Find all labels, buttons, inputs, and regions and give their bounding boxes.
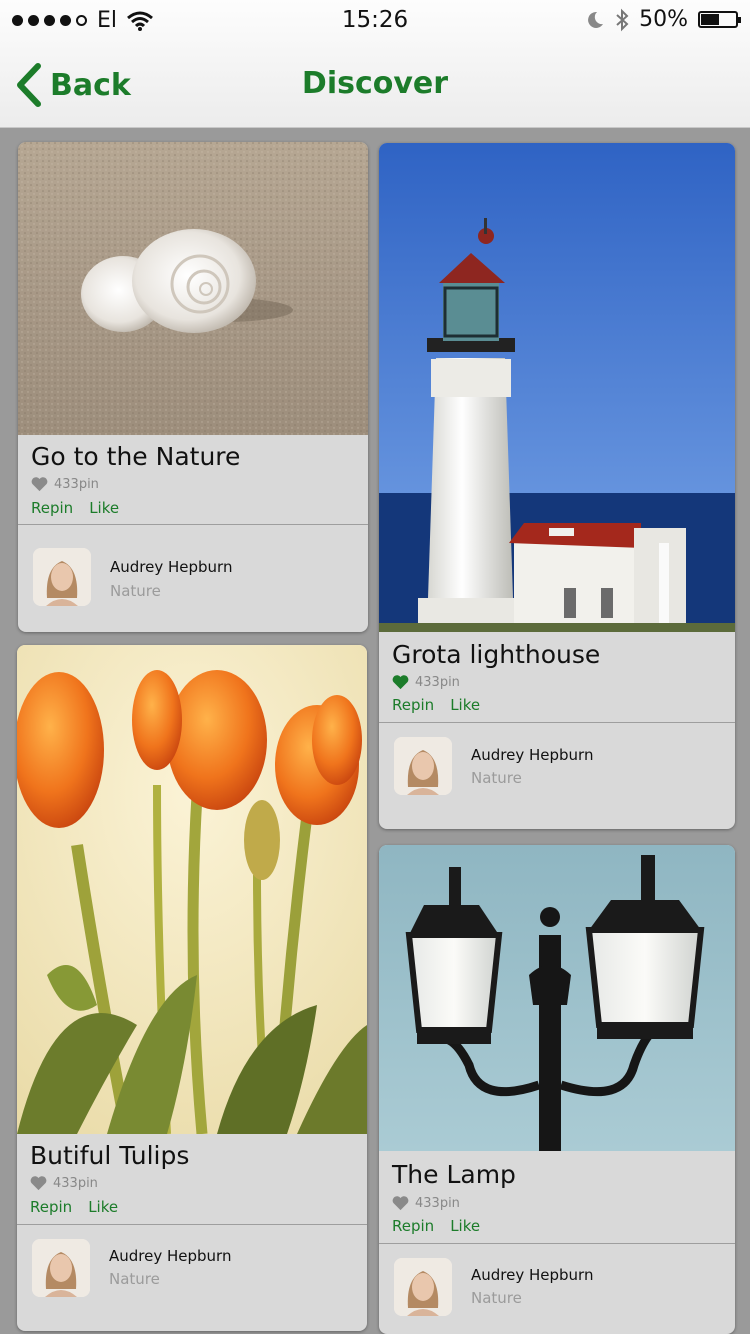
- like-button[interactable]: Like: [88, 1198, 118, 1216]
- card-actions: Repin Like: [392, 1217, 480, 1235]
- divider: [18, 524, 368, 525]
- battery-icon: [698, 11, 741, 28]
- card-actions: Repin Like: [392, 696, 480, 714]
- moon-icon: [588, 11, 604, 28]
- user-category: Nature: [109, 1270, 160, 1288]
- divider: [17, 1224, 367, 1225]
- bluetooth-icon: [616, 8, 629, 31]
- user-category: Nature: [471, 769, 522, 787]
- card-actions: Repin Like: [30, 1198, 118, 1216]
- repin-button[interactable]: Repin: [392, 1217, 434, 1235]
- battery-percent: 50%: [639, 7, 688, 32]
- heart-icon[interactable]: [392, 674, 409, 690]
- pin-card[interactable]: The Lamp 433pin Repin Like Audrey Hepbur…: [379, 845, 735, 1334]
- heart-icon[interactable]: [392, 1195, 409, 1211]
- page-title: Discover: [301, 66, 449, 101]
- heart-icon[interactable]: [30, 1175, 47, 1191]
- pin-count: 433pin: [31, 476, 99, 492]
- like-button[interactable]: Like: [450, 696, 480, 714]
- user-name[interactable]: Audrey Hepburn: [110, 558, 232, 576]
- user-portrait: [33, 548, 91, 606]
- avatar[interactable]: [33, 548, 91, 606]
- pin-count: 433pin: [392, 1195, 460, 1211]
- user-category: Nature: [110, 582, 161, 600]
- user-portrait: [394, 1258, 452, 1316]
- pin-count-label: 433pin: [54, 476, 99, 492]
- lighthouse-photo[interactable]: [379, 143, 735, 632]
- pin-count-label: 433pin: [415, 1195, 460, 1211]
- top-bar: El 15:26 50% Back Discover: [0, 0, 750, 128]
- avatar[interactable]: [394, 1258, 452, 1316]
- avatar[interactable]: [394, 737, 452, 795]
- divider: [379, 1243, 735, 1244]
- tulips-photo[interactable]: [17, 645, 367, 1134]
- repin-button[interactable]: Repin: [392, 696, 434, 714]
- user-portrait: [394, 737, 452, 795]
- card-title: Butiful Tulips: [30, 1141, 190, 1170]
- user-category: Nature: [471, 1289, 522, 1307]
- user-portrait: [32, 1239, 90, 1297]
- pin-count: 433pin: [30, 1175, 98, 1191]
- heart-icon[interactable]: [31, 476, 48, 492]
- pin-count-label: 433pin: [415, 674, 460, 690]
- like-button[interactable]: Like: [89, 499, 119, 517]
- seashell-photo[interactable]: [18, 142, 368, 435]
- pin-card[interactable]: Go to the Nature 433pin Repin Like Audre…: [18, 142, 368, 632]
- status-right: 50%: [585, 7, 741, 32]
- avatar[interactable]: [32, 1239, 90, 1297]
- repin-button[interactable]: Repin: [30, 1198, 72, 1216]
- pin-card[interactable]: Grota lighthouse 433pin Repin Like Audre…: [379, 143, 735, 829]
- pin-count: 433pin: [392, 674, 460, 690]
- like-button[interactable]: Like: [450, 1217, 480, 1235]
- pin-card[interactable]: Butiful Tulips 433pin Repin Like Audrey …: [17, 645, 367, 1331]
- repin-button[interactable]: Repin: [31, 499, 73, 517]
- user-name[interactable]: Audrey Hepburn: [109, 1247, 231, 1265]
- card-title: The Lamp: [392, 1160, 516, 1189]
- card-title: Grota lighthouse: [392, 640, 601, 669]
- card-actions: Repin Like: [31, 499, 119, 517]
- pin-count-label: 433pin: [53, 1175, 98, 1191]
- user-name[interactable]: Audrey Hepburn: [471, 1266, 593, 1284]
- user-name[interactable]: Audrey Hepburn: [471, 746, 593, 764]
- street-lamp-photo[interactable]: [379, 845, 735, 1151]
- card-title: Go to the Nature: [31, 442, 241, 471]
- status-bar: El 15:26 50%: [0, 0, 750, 40]
- divider: [379, 722, 735, 723]
